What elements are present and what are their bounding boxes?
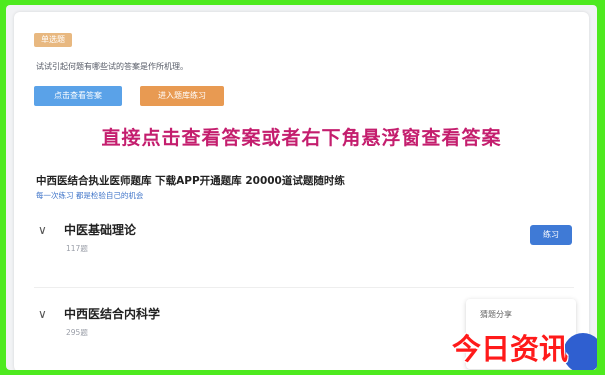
chevron-down-icon[interactable]: ∨ (38, 307, 47, 321)
floating-panel-text: 猜题分享 (480, 310, 512, 319)
question-type-badge: 单选题 (34, 33, 72, 47)
floating-answer-button[interactable] (563, 333, 597, 370)
screenshot-frame: 单选题 试试引起何题有哪些试的答案是作所机理。 点击查看答案 进入题库练习 直接… (6, 5, 597, 370)
view-answer-button[interactable]: 点击查看答案 (34, 86, 122, 106)
promo-banner-text: 直接点击查看答案或者右下角悬浮窗查看答案 (101, 127, 502, 149)
chapter-name: 中西医结合内科学 (64, 307, 161, 321)
chevron-down-icon[interactable]: ∨ (38, 223, 47, 237)
chapter-item[interactable]: ∨ 中医基础理论 117题 (38, 221, 578, 261)
chapter-name: 中医基础理论 (64, 223, 137, 237)
bank-title: 中西医结合执业医师题库 下载APP开通题库 20000道试题随时练 (36, 175, 345, 187)
chapter-question-count: 117题 (66, 244, 88, 253)
question-card: 单选题 试试引起何题有哪些试的答案是作所机理。 点击查看答案 进入题库练习 直接… (14, 12, 589, 370)
question-intro-text: 试试引起何题有哪些试的答案是作所机理。 (36, 62, 188, 71)
watermark-logo: 今日资讯 (452, 332, 569, 366)
enter-bank-button[interactable]: 进入题库练习 (140, 86, 224, 106)
chapter-question-count: 295题 (66, 328, 88, 337)
divider (34, 287, 574, 288)
practice-button[interactable]: 练习 (530, 225, 572, 245)
bank-link[interactable]: 每一次练习 都是检验自己的机会 (36, 190, 143, 201)
